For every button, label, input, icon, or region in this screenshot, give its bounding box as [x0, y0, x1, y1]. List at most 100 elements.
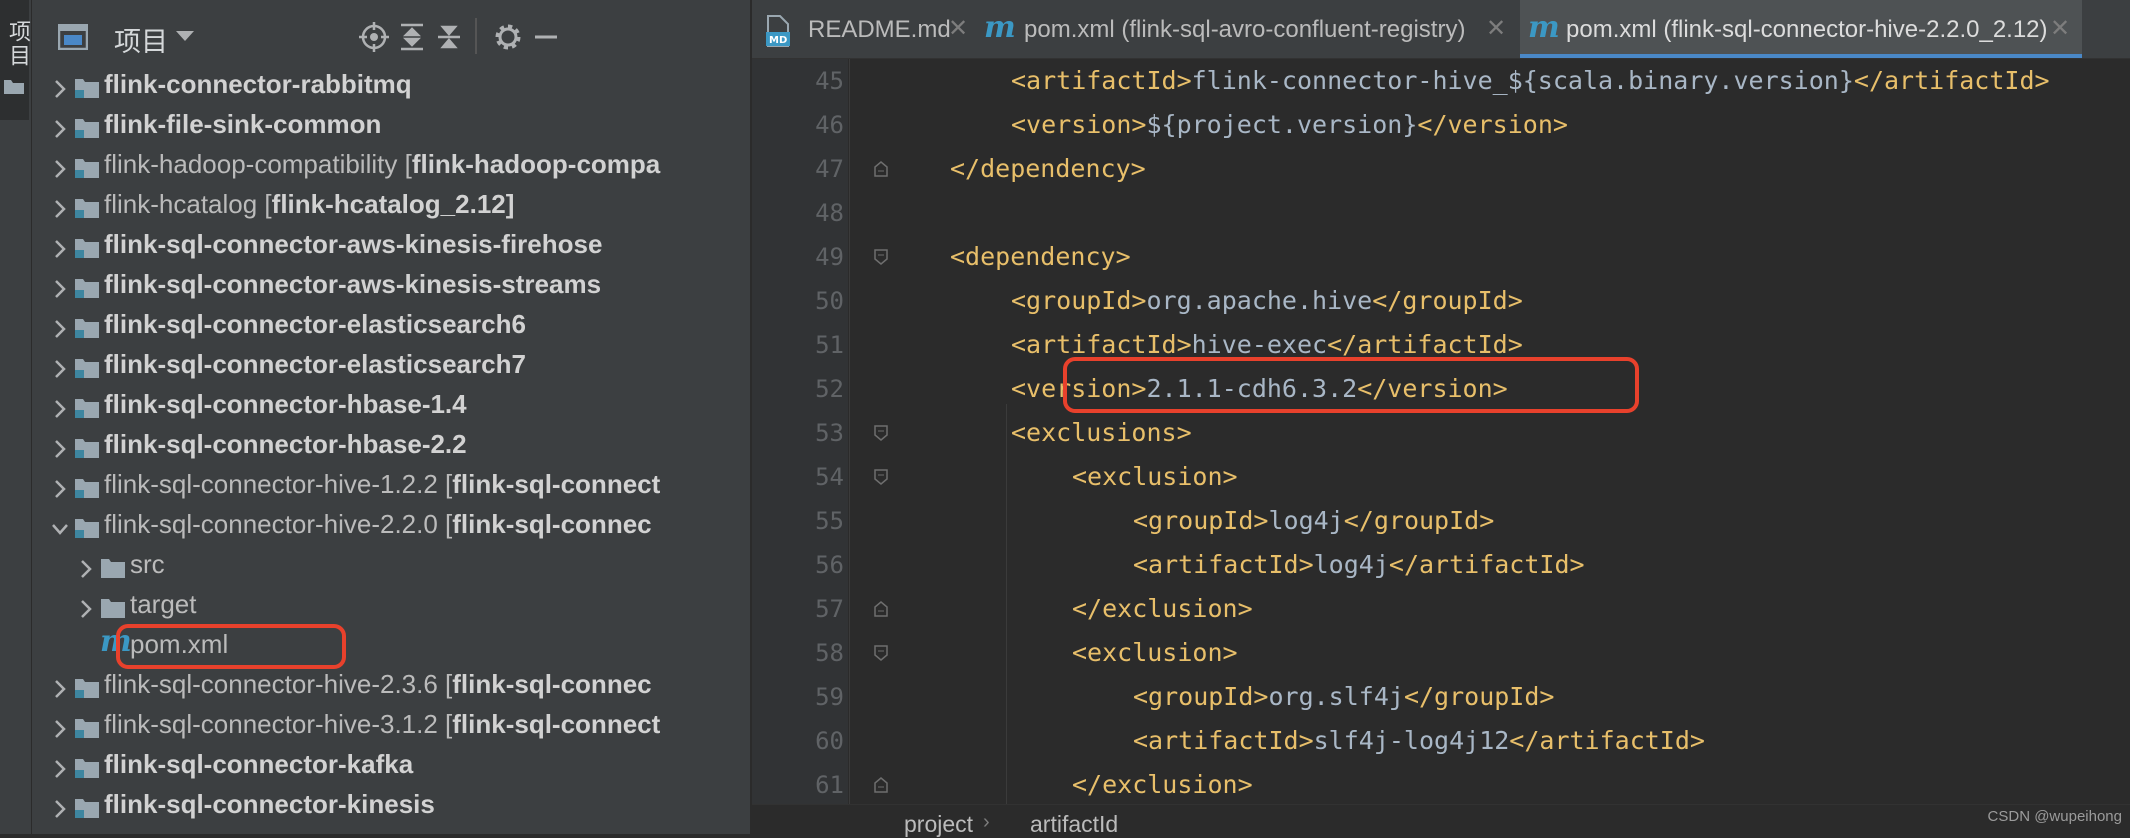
code-line: <exclusion>	[1072, 631, 1238, 675]
xml-tag: <artifactId>	[1133, 550, 1314, 579]
tree-row[interactable]: flink-sql-connector-hive-2.3.6 [flink-sq…	[32, 664, 750, 704]
tree-row[interactable]: flink-sql-connector-hive-3.1.2 [flink-sq…	[32, 704, 750, 744]
tree-item-label: flink-sql-connector-hive-1.2.2 [flink-sq…	[104, 464, 660, 504]
tree-row[interactable]: src	[32, 544, 750, 584]
chevron-right-icon[interactable]	[50, 792, 70, 832]
code-line: <exclusion>	[1072, 455, 1238, 499]
editor-tab-bar: MD README.md ✕ m pom.xml (flink-sql-avro…	[752, 0, 2130, 59]
xml-tag: </exclusion>	[1072, 770, 1253, 799]
fold-marker-icon[interactable]	[874, 777, 888, 793]
folder-icon	[3, 77, 25, 100]
version-highlight-box	[1063, 357, 1639, 413]
active-tab-indicator	[1520, 54, 2082, 58]
code-line: <groupId>org.slf4j</groupId>	[1133, 675, 1554, 719]
code-line: <groupId>org.apache.hive</groupId>	[1011, 279, 1523, 323]
xml-value: org.slf4j	[1268, 682, 1404, 711]
view-dropdown-icon[interactable]	[174, 28, 196, 49]
hide-panel-icon[interactable]	[529, 20, 563, 54]
code-line: </exclusion>	[1072, 587, 1253, 631]
line-number: 49	[815, 243, 844, 271]
artifact-name: flink-sql-connect	[452, 709, 661, 739]
xml-tag: <groupId>	[1133, 682, 1269, 711]
xml-value: log4j	[1268, 506, 1344, 535]
fold-marker-icon[interactable]	[874, 601, 888, 617]
tab-pom-hive[interactable]: m pom.xml (flink-sql-connector-hive-2.2.…	[1520, 0, 2082, 58]
fold-marker-icon[interactable]	[874, 425, 888, 441]
project-view-title[interactable]: 项目	[114, 20, 168, 59]
tool-window-strip: 项目	[0, 0, 32, 834]
tree-row[interactable]: flink-sql-connector-kafka	[32, 744, 750, 784]
expand-all-icon[interactable]	[395, 20, 429, 54]
tab-pom-avro[interactable]: m pom.xml (flink-sql-avro-confluent-regi…	[976, 0, 1516, 58]
pom-file-highlight-box	[116, 624, 346, 669]
tree-row[interactable]: flink-sql-connector-hbase-2.2	[32, 424, 750, 464]
fold-marker-icon[interactable]	[874, 161, 888, 177]
line-number: 47	[815, 155, 844, 183]
indent-guide	[849, 59, 850, 804]
xml-tag: </artifactId>	[1388, 550, 1585, 579]
tree-row[interactable]: flink-sql-connector-kinesis	[32, 784, 750, 824]
fold-marker-icon[interactable]	[874, 645, 888, 661]
tab-label: pom.xml (flink-sql-avro-confluent-regist…	[1024, 16, 1466, 43]
close-icon[interactable]: ✕	[2050, 14, 2070, 43]
xml-value: flink-connector-hive_${scala.binary.vers…	[1191, 66, 1854, 95]
fold-marker-icon[interactable]	[874, 469, 888, 485]
tree-item-label: flink-sql-connector-hbase-2.2	[104, 424, 467, 464]
tree-item-label: flink-sql-connector-hive-2.3.6 [flink-sq…	[104, 664, 652, 704]
tree-row[interactable]: flink-sql-connector-aws-kinesis-streams	[32, 264, 750, 304]
xml-tag: <dependency>	[950, 242, 1131, 271]
code-line: <groupId>log4j</groupId>	[1133, 499, 1494, 543]
tree-item-label: flink-sql-connector-hbase-1.4	[104, 384, 467, 424]
svg-text:MD: MD	[769, 35, 787, 46]
indent-guide	[1006, 404, 1007, 804]
xml-tag: <exclusion>	[1072, 462, 1238, 491]
code-line: <dependency>	[950, 235, 1131, 279]
project-tool-button[interactable]: 项目	[0, 0, 31, 120]
fold-marker-icon[interactable]	[874, 249, 888, 265]
module-name: flink-connector-rabbitmq	[104, 69, 412, 99]
tab-readme[interactable]: MD README.md ✕	[752, 0, 972, 58]
tree-item-label: flink-sql-connector-aws-kinesis-firehose	[104, 224, 602, 264]
module-name: flink-sql-connector-aws-kinesis-firehose	[104, 229, 603, 259]
tab-label: README.md	[808, 16, 951, 43]
xml-tag: </artifactId>	[1327, 330, 1523, 359]
xml-value: org.apache.hive	[1146, 286, 1373, 315]
tree-row[interactable]: flink-file-sink-common	[32, 104, 750, 144]
tree-item-label: flink-sql-connector-elasticsearch6	[104, 304, 526, 344]
tree-item-label: flink-hadoop-compatibility [flink-hadoop…	[104, 144, 660, 184]
tree-row[interactable]: flink-connector-rabbitmq	[32, 64, 750, 104]
tree-row[interactable]: flink-sql-connector-hive-2.2.0 [flink-sq…	[32, 504, 750, 544]
markdown-icon: MD	[766, 14, 792, 53]
line-number: 54	[815, 463, 844, 491]
tab-label: pom.xml (flink-sql-connector-hive-2.2.0_…	[1566, 16, 2048, 43]
close-icon[interactable]: ✕	[948, 14, 968, 43]
item-name: flink-sql-connector-hive-1.2.2 [	[104, 469, 453, 499]
code-editor[interactable]: 45 46 47 48 49 50 51 52 53 54 55 56 57 58 59 60 61 <arti…	[752, 59, 2130, 804]
locate-icon[interactable]	[357, 20, 391, 54]
project-tool-label: 项目	[6, 20, 31, 68]
tree-row[interactable]: flink-sql-connector-elasticsearch6	[32, 304, 750, 344]
tree-row[interactable]: flink-hcatalog [flink-hcatalog_2.12]	[32, 184, 750, 224]
tree-item-label: flink-sql-connector-hive-2.2.0 [flink-sq…	[104, 504, 652, 544]
xml-tag: <exclusion>	[1072, 638, 1238, 667]
watermark: CSDN @wupeihong	[1987, 808, 2122, 825]
item-name: flink-sql-connector-hive-3.1.2 [	[104, 709, 453, 739]
tree-item-label: flink-sql-connector-kafka	[104, 744, 413, 784]
line-number: 53	[815, 419, 844, 447]
close-icon[interactable]: ✕	[1486, 14, 1506, 43]
line-number: 61	[815, 771, 844, 799]
tree-row[interactable]: flink-sql-connector-aws-kinesis-firehose	[32, 224, 750, 264]
tree-row[interactable]: target	[32, 584, 750, 624]
tree-row[interactable]: flink-sql-connector-hbase-1.4	[32, 384, 750, 424]
collapse-all-icon[interactable]	[432, 20, 466, 54]
xml-tag: </dependency>	[950, 154, 1146, 183]
code-line: <artifactId>slf4j-log4j12</artifactId>	[1133, 719, 1705, 763]
tree-row[interactable]: flink-hadoop-compatibility [flink-hadoop…	[32, 144, 750, 184]
line-number: 59	[815, 683, 844, 711]
line-number: 58	[815, 639, 844, 667]
gear-icon[interactable]	[491, 20, 525, 54]
tree-row[interactable]: flink-sql-connector-elasticsearch7	[32, 344, 750, 384]
tree-row[interactable]: flink-sql-connector-hive-1.2.2 [flink-sq…	[32, 464, 750, 504]
project-panel-header: 项目	[32, 0, 750, 70]
code-line: </dependency>	[950, 147, 1146, 191]
